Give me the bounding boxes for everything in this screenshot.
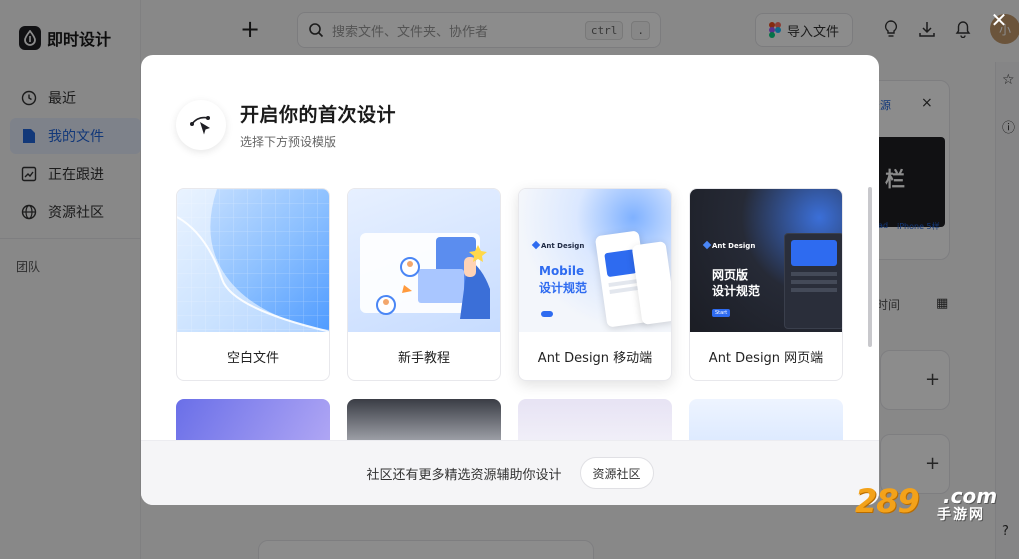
template-thumbnail: Ant Design 网页版 设计规范 Start — [690, 189, 842, 332]
community-button[interactable]: 资源社区 — [579, 457, 654, 489]
template-ant-design-mobile[interactable]: Ant Design Mobile 设计规范 Ant Design 移动端 — [518, 188, 672, 381]
template-thumbnail — [348, 189, 500, 332]
footer-text: 社区还有更多精选资源辅助你设计 — [366, 467, 562, 483]
modal-scrollbar[interactable] — [868, 187, 872, 347]
ant-logo-icon — [702, 240, 712, 250]
modal-footer: 社区还有更多精选资源辅助你设计 资源社区 — [141, 440, 879, 505]
thumb-title-1: Mobile — [539, 264, 585, 278]
tutorial-illustration — [360, 233, 490, 319]
watermark-logo: 289 .com 手游网 — [855, 482, 1005, 524]
thumb-title-1: 网页版 — [712, 268, 749, 282]
ant-brand: Ant Design — [712, 242, 756, 250]
template-label: 新手教程 — [397, 350, 450, 366]
toggle-graphic — [541, 311, 553, 317]
ant-brand: Ant Design — [541, 242, 585, 250]
template-tutorial[interactable]: 新手教程 — [347, 188, 501, 381]
thumb-start-button: Start — [712, 309, 731, 317]
blank-page-graphic — [177, 189, 329, 332]
thumb-title-2: 设计规范 — [712, 284, 761, 298]
web-mockup — [784, 233, 842, 329]
template-thumbnail — [177, 189, 329, 332]
modal-title: 开启你的首次设计 — [240, 104, 397, 126]
template-label: Ant Design 移动端 — [537, 350, 653, 366]
watermark-text: 手游网 — [937, 507, 985, 523]
watermark-number: 289 — [855, 482, 920, 520]
template-ant-design-web[interactable]: Ant Design 网页版 设计规范 Start Ant Design 网页端 — [689, 188, 843, 381]
thumb-title-2: 设计规范 — [539, 281, 588, 295]
template-blank[interactable]: 空白文件 — [176, 188, 330, 381]
ant-logo-icon — [531, 240, 541, 250]
template-label: 空白文件 — [226, 350, 279, 366]
pen-tool-icon — [176, 100, 226, 150]
first-design-modal: 开启你的首次设计 选择下方预设模版 空白文件 新手教程 Ant Design M… — [141, 55, 879, 505]
modal-subtitle: 选择下方预设模版 — [240, 135, 337, 149]
template-thumbnail: Ant Design Mobile 设计规范 — [519, 189, 671, 332]
template-label: Ant Design 网页端 — [708, 350, 824, 366]
close-icon[interactable]: ✕ — [986, 7, 1012, 33]
modal-header: 开启你的首次设计 选择下方预设模版 — [176, 100, 396, 150]
